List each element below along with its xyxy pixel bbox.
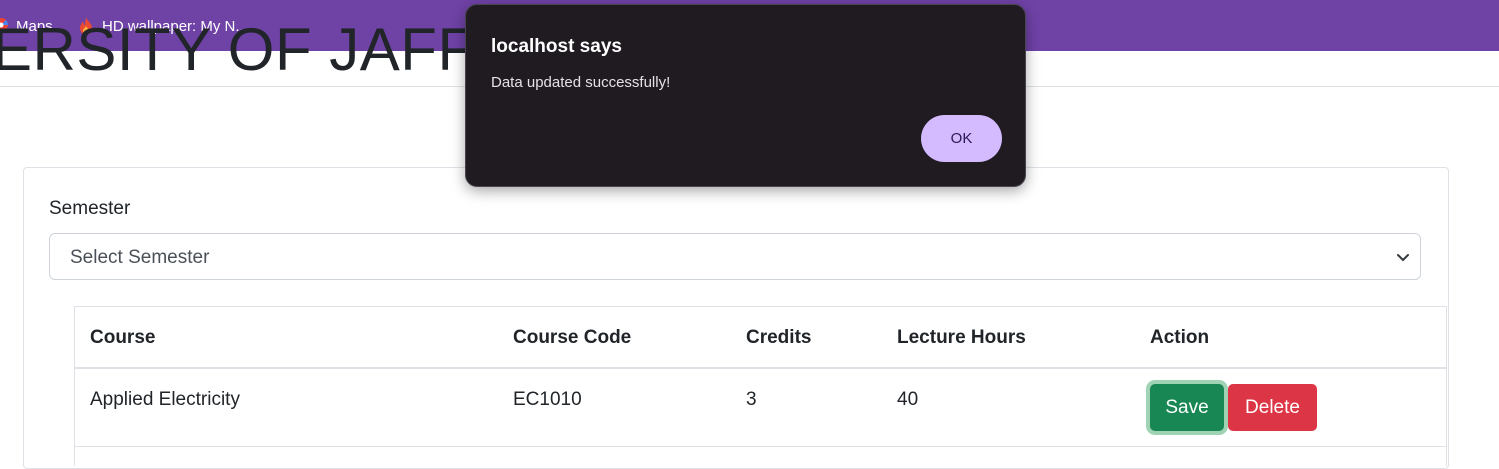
cell-credits: 3 [746, 389, 757, 410]
table-row: Applied Electricity EC1010 3 40 Save Del… [75, 369, 1446, 447]
cell-course: Applied Electricity [90, 389, 240, 410]
header-course: Course [90, 327, 156, 348]
save-button[interactable]: Save [1150, 384, 1224, 431]
cell-course-code: EC1010 [513, 389, 582, 410]
semester-select[interactable]: Select Semester [49, 233, 1421, 280]
header-credits: Credits [746, 327, 812, 348]
header-lecture-hours: Lecture Hours [897, 327, 1026, 348]
chevron-down-icon [1396, 251, 1410, 263]
ok-button[interactable]: OK [921, 115, 1002, 162]
header-course-code: Course Code [513, 327, 632, 348]
alert-dialog: localhost says Data updated successfully… [465, 4, 1026, 187]
cell-lecture-hours: 40 [897, 389, 919, 410]
delete-button[interactable]: Delete [1228, 384, 1317, 431]
dialog-title: localhost says [491, 36, 622, 57]
semester-select-value: Select Semester [70, 247, 210, 268]
semester-label: Semester [49, 198, 131, 219]
dialog-message: Data updated successfully! [491, 74, 671, 91]
table-header-row: Course Course Code Credits Lecture Hours… [75, 307, 1446, 369]
course-table: Course Course Code Credits Lecture Hours… [74, 306, 1447, 466]
header-action: Action [1150, 327, 1210, 348]
